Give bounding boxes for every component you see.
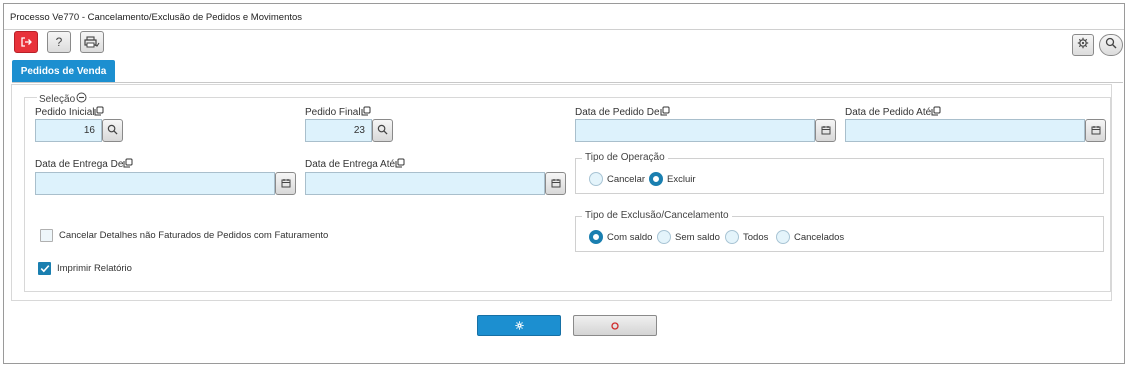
window-title: Processo Ve770 - Cancelamento/Exclusão d… xyxy=(10,12,303,23)
data-entrega-de-label: Data de Entrega De xyxy=(35,158,133,171)
radio-cancelar-label: Cancelar xyxy=(607,173,646,185)
pedido-inicial-lookup-button[interactable] xyxy=(102,119,123,142)
data-pedido-de-label: Data de Pedido De xyxy=(575,106,670,119)
exit-icon xyxy=(20,36,32,48)
pedido-final-label-text: Pedido Final xyxy=(305,107,361,118)
pedido-inicial-label: Pedido Inicial xyxy=(35,106,104,119)
data-pedido-ate-label: Data de Pedido Até xyxy=(845,106,941,119)
search-icon xyxy=(107,122,118,140)
copy-icon[interactable] xyxy=(94,106,104,119)
print-button[interactable] xyxy=(80,31,104,53)
radio-circle[interactable] xyxy=(725,230,739,244)
data-entrega-de-calendar-button[interactable] xyxy=(275,172,296,195)
pedido-inicial-input[interactable]: 16 xyxy=(35,119,102,142)
calendar-icon xyxy=(821,122,831,140)
help-label: ? xyxy=(55,35,63,49)
tab-divider xyxy=(12,82,1123,83)
pedido-final-label: Pedido Final xyxy=(305,106,371,119)
settings-button[interactable] xyxy=(1072,34,1094,56)
radio-com-saldo[interactable]: Com saldo xyxy=(589,230,652,244)
printer-icon xyxy=(84,36,100,48)
selection-legend-label: Seleção xyxy=(39,93,76,105)
tab-pedidos-de-venda[interactable]: Pedidos de Venda xyxy=(12,60,115,82)
radio-todos[interactable]: Todos xyxy=(725,230,768,244)
collapse-icon[interactable] xyxy=(76,92,87,106)
gear-icon xyxy=(1077,36,1089,54)
checkbox-box-checked[interactable] xyxy=(38,262,51,275)
search-icon xyxy=(1105,36,1117,54)
checkbox-box[interactable] xyxy=(40,229,53,242)
pedido-inicial-label-text: Pedido Inicial xyxy=(35,107,95,118)
copy-icon[interactable] xyxy=(361,106,371,119)
radio-sem-saldo-label: Sem saldo xyxy=(675,231,720,243)
data-entrega-ate-label-text: Data de Entrega Até xyxy=(305,159,396,170)
radio-excluir-label: Excluir xyxy=(667,173,696,185)
data-pedido-de-calendar-button[interactable] xyxy=(815,119,836,142)
radio-todos-label: Todos xyxy=(743,231,769,243)
selection-legend[interactable]: Seleção xyxy=(37,92,90,106)
copy-icon[interactable] xyxy=(660,106,670,119)
copy-icon[interactable] xyxy=(123,158,133,171)
radio-cancelados[interactable]: Cancelados xyxy=(776,230,844,244)
data-entrega-de-input[interactable] xyxy=(35,172,275,195)
data-pedido-de-label-text: Data de Pedido De xyxy=(575,107,660,118)
cancelar-detalhes-checkbox[interactable]: Cancelar Detalhes não Faturados de Pedid… xyxy=(40,229,328,242)
radio-excluir[interactable]: Excluir xyxy=(649,172,696,186)
data-entrega-de-label-text: Data de Entrega De xyxy=(35,159,124,170)
data-entrega-ate-input[interactable] xyxy=(305,172,545,195)
data-pedido-ate-calendar-button[interactable] xyxy=(1085,119,1106,142)
cancelar-detalhes-label: Cancelar Detalhes não Faturados de Pedid… xyxy=(59,230,329,241)
radio-circle-selected[interactable] xyxy=(649,172,663,186)
calendar-icon xyxy=(281,175,291,193)
search-button[interactable] xyxy=(1099,34,1123,56)
exit-button[interactable] xyxy=(14,31,38,53)
cancel-button[interactable] xyxy=(573,315,657,336)
radio-cancelar[interactable]: Cancelar xyxy=(589,172,645,186)
circle-icon xyxy=(611,317,619,335)
help-button[interactable]: ? xyxy=(47,31,71,53)
imprimir-relatorio-checkbox[interactable]: Imprimir Relatório xyxy=(38,262,132,275)
data-pedido-de-input[interactable] xyxy=(575,119,815,142)
radio-com-saldo-label: Com saldo xyxy=(607,231,653,243)
data-pedido-ate-label-text: Data de Pedido Até xyxy=(845,107,932,118)
check-icon xyxy=(40,265,49,273)
data-entrega-ate-label: Data de Entrega Até xyxy=(305,158,405,171)
radio-cancelados-label: Cancelados xyxy=(794,231,845,243)
copy-icon[interactable] xyxy=(395,158,405,171)
radio-circle[interactable] xyxy=(589,172,603,186)
data-pedido-ate-input[interactable] xyxy=(845,119,1085,142)
radio-circle[interactable] xyxy=(657,230,671,244)
search-icon xyxy=(377,122,388,140)
gear-icon xyxy=(514,317,524,335)
radio-circle[interactable] xyxy=(776,230,790,244)
pedido-final-input[interactable]: 23 xyxy=(305,119,372,142)
copy-icon[interactable] xyxy=(931,106,941,119)
radio-circle-selected[interactable] xyxy=(589,230,603,244)
calendar-icon xyxy=(1091,122,1101,140)
tipo-exclusao-legend: Tipo de Exclusão/Cancelamento xyxy=(582,210,732,221)
tipo-operacao-legend: Tipo de Operação xyxy=(582,152,668,163)
imprimir-relatorio-label: Imprimir Relatório xyxy=(57,263,132,274)
data-entrega-ate-calendar-button[interactable] xyxy=(545,172,566,195)
confirm-button[interactable] xyxy=(477,315,561,336)
calendar-icon xyxy=(551,175,561,193)
pedido-final-lookup-button[interactable] xyxy=(372,119,393,142)
title-divider xyxy=(4,29,1124,30)
radio-sem-saldo[interactable]: Sem saldo xyxy=(657,230,720,244)
